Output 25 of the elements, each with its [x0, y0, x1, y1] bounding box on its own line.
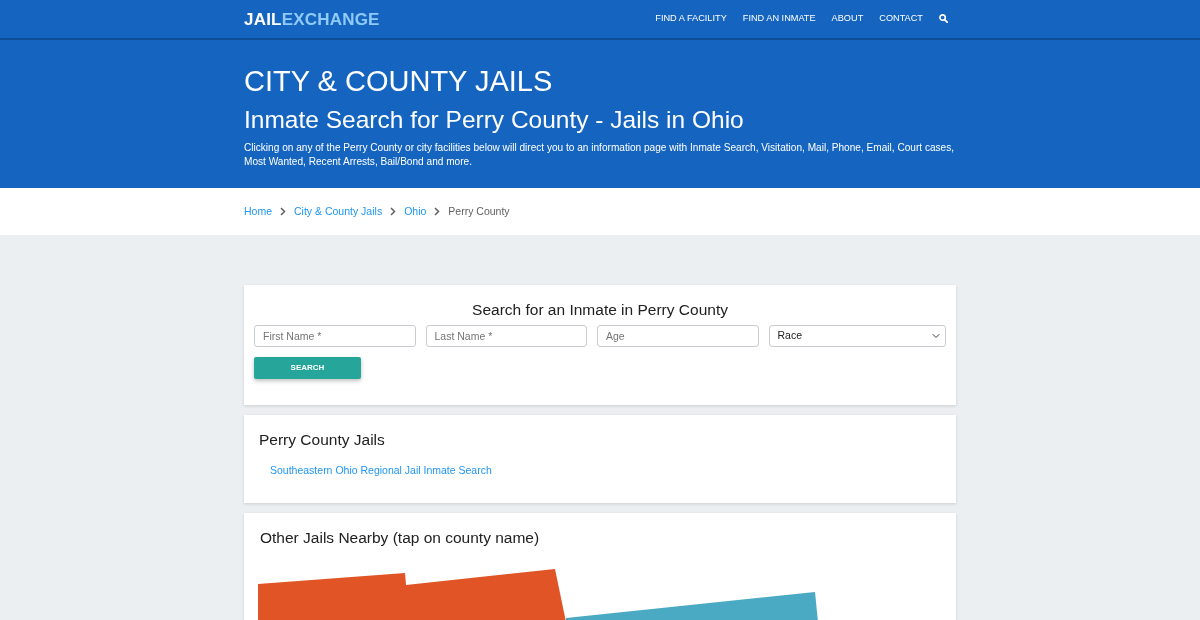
nav-link[interactable]: ABOUT [831, 12, 864, 26]
search-button[interactable]: SEARCH [254, 357, 361, 379]
jail-link[interactable]: Southeastern Ohio Regional Jail Inmate Search [270, 462, 492, 478]
text-input-field[interactable]: Age [597, 325, 759, 347]
breadcrumb-link[interactable]: City & County Jails [294, 203, 383, 220]
chevron-icon [390, 207, 397, 216]
page-title: Inmate Search for Perry County - Jails in Ohio [244, 105, 745, 135]
breadcrumb-current: Perry County [448, 204, 510, 219]
page-category-heading: CITY & COUNTY JAILS [244, 64, 554, 99]
nav-link[interactable]: FIND AN INMATE [742, 12, 816, 26]
page-description: Clicking on any of the Perry County or city facilities below will direct you to an information page with Inmate Search, Visitation, Mail, Phone, Email, Court cases, Most Wanted, Recent Arrests, Bail/Bond and more. [244, 141, 956, 169]
jails-panel-title: Perry County Jails [259, 430, 386, 450]
breadcrumb-link[interactable]: Home [244, 203, 272, 220]
nearby-panel-title: Other Jails Nearby (tap on county name) [259, 528, 541, 548]
chevron-icon [434, 207, 441, 216]
search-icon[interactable] [939, 14, 948, 24]
select-field[interactable]: Race [768, 325, 946, 347]
site-logo[interactable]: JAILEXCHANGE [244, 10, 380, 28]
chevron-icon [280, 207, 286, 216]
text-input-field[interactable]: First Name * [254, 325, 416, 347]
search-panel-title: Search for an Inmate in Perry County [471, 300, 729, 320]
breadcrumb-link[interactable]: Ohio [404, 203, 427, 220]
nav-link[interactable]: FIND A FACILITY [655, 12, 727, 26]
text-input-field[interactable]: Last Name * [425, 325, 587, 347]
nav-link[interactable]: CONTACT [879, 12, 923, 26]
